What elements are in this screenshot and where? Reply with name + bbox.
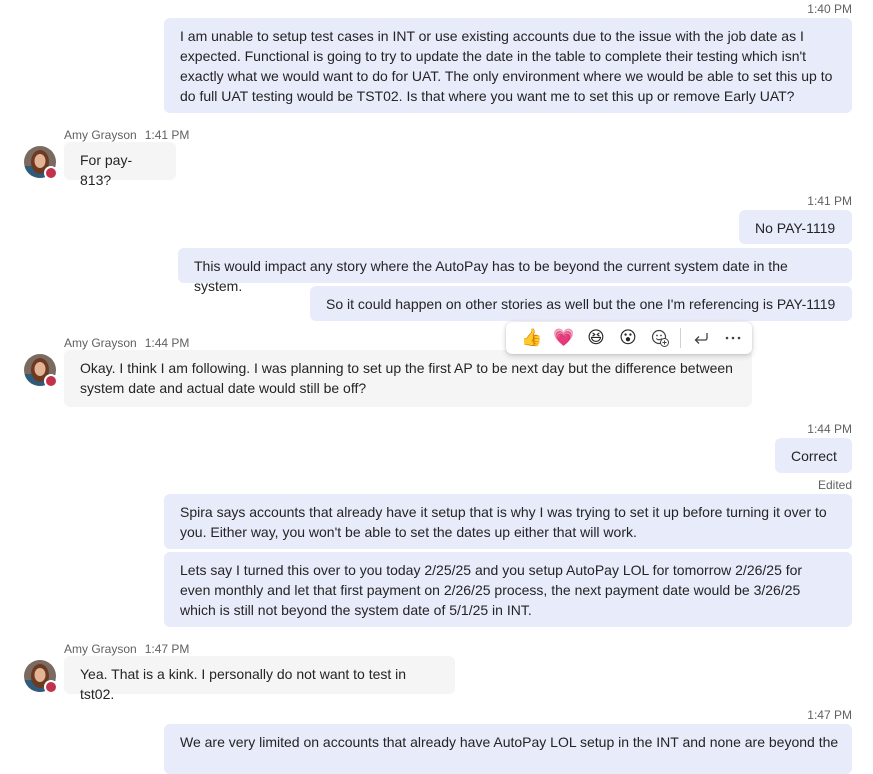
message-text: So it could happen on other stories as w… <box>326 296 836 312</box>
reaction-toolbar: 👍 💗 😆 😮 <box>506 322 752 354</box>
message-text: Correct <box>791 448 837 464</box>
add-reaction-icon[interactable] <box>644 324 676 352</box>
sender-name: Amy Grayson <box>64 128 137 142</box>
sender-header: Amy Grayson 1:47 PM <box>64 642 189 656</box>
message-text: Yea. That is a kink. I personally do not… <box>80 666 407 702</box>
their-message-bubble[interactable]: Yea. That is a kink. I personally do not… <box>64 656 455 702</box>
busy-status-icon <box>44 166 58 180</box>
timestamp: 1:47 PM <box>807 708 852 722</box>
sender-name: Amy Grayson <box>64 642 137 656</box>
timestamp: 1:41 PM <box>144 128 190 142</box>
their-message-bubble[interactable]: Okay. I think I am following. I was plan… <box>64 350 752 407</box>
like-reaction-button[interactable]: 👍 <box>516 324 548 352</box>
toolbar-divider <box>680 328 681 348</box>
message-text: Lets say I turned this over to you today… <box>180 562 803 618</box>
my-message-bubble[interactable]: No PAY-1119 <box>739 210 852 244</box>
surprised-reaction-button[interactable]: 😮 <box>612 324 644 352</box>
sender-header: Amy Grayson 1:41 PM <box>64 128 189 142</box>
their-message-bubble[interactable]: For pay-813? <box>64 142 176 188</box>
message-text: We are very limited on accounts that alr… <box>180 734 839 750</box>
timestamp: 1:44 PM <box>144 336 190 350</box>
message-text: Spira says accounts that already have it… <box>180 504 827 540</box>
my-message-bubble[interactable]: Correct <box>775 438 852 473</box>
message-text: Okay. I think I am following. I was plan… <box>80 360 733 396</box>
heart-reaction-button[interactable]: 💗 <box>548 324 580 352</box>
sender-header: Amy Grayson 1:44 PM <box>64 336 189 350</box>
timestamp: 1:44 PM <box>807 422 852 436</box>
message-text: No PAY-1119 <box>755 220 836 236</box>
timestamp: 1:41 PM <box>807 194 852 208</box>
message-text: I am unable to setup test cases in INT o… <box>180 28 833 104</box>
sender-name: Amy Grayson <box>64 336 137 350</box>
my-message-bubble[interactable]: So it could happen on other stories as w… <box>310 286 852 321</box>
message-text: For pay-813? <box>80 152 133 188</box>
more-options-icon[interactable] <box>717 324 749 352</box>
my-message-bubble[interactable]: Lets say I turned this over to you today… <box>164 552 852 627</box>
avatar[interactable] <box>24 354 58 388</box>
timestamp: 1:47 PM <box>144 642 190 656</box>
my-message-bubble[interactable]: I am unable to setup test cases in INT o… <box>164 18 852 113</box>
my-message-bubble[interactable]: This would impact any story where the Au… <box>178 248 852 294</box>
reply-icon[interactable] <box>685 324 717 352</box>
timestamp: 1:40 PM <box>807 2 852 16</box>
busy-status-icon <box>44 680 58 694</box>
busy-status-icon <box>44 374 58 388</box>
avatar[interactable] <box>24 146 58 180</box>
laugh-reaction-button[interactable]: 😆 <box>580 324 612 352</box>
avatar[interactable] <box>24 660 58 694</box>
edited-label: Edited <box>817 478 852 492</box>
my-message-bubble[interactable]: Spira says accounts that already have it… <box>164 494 852 549</box>
